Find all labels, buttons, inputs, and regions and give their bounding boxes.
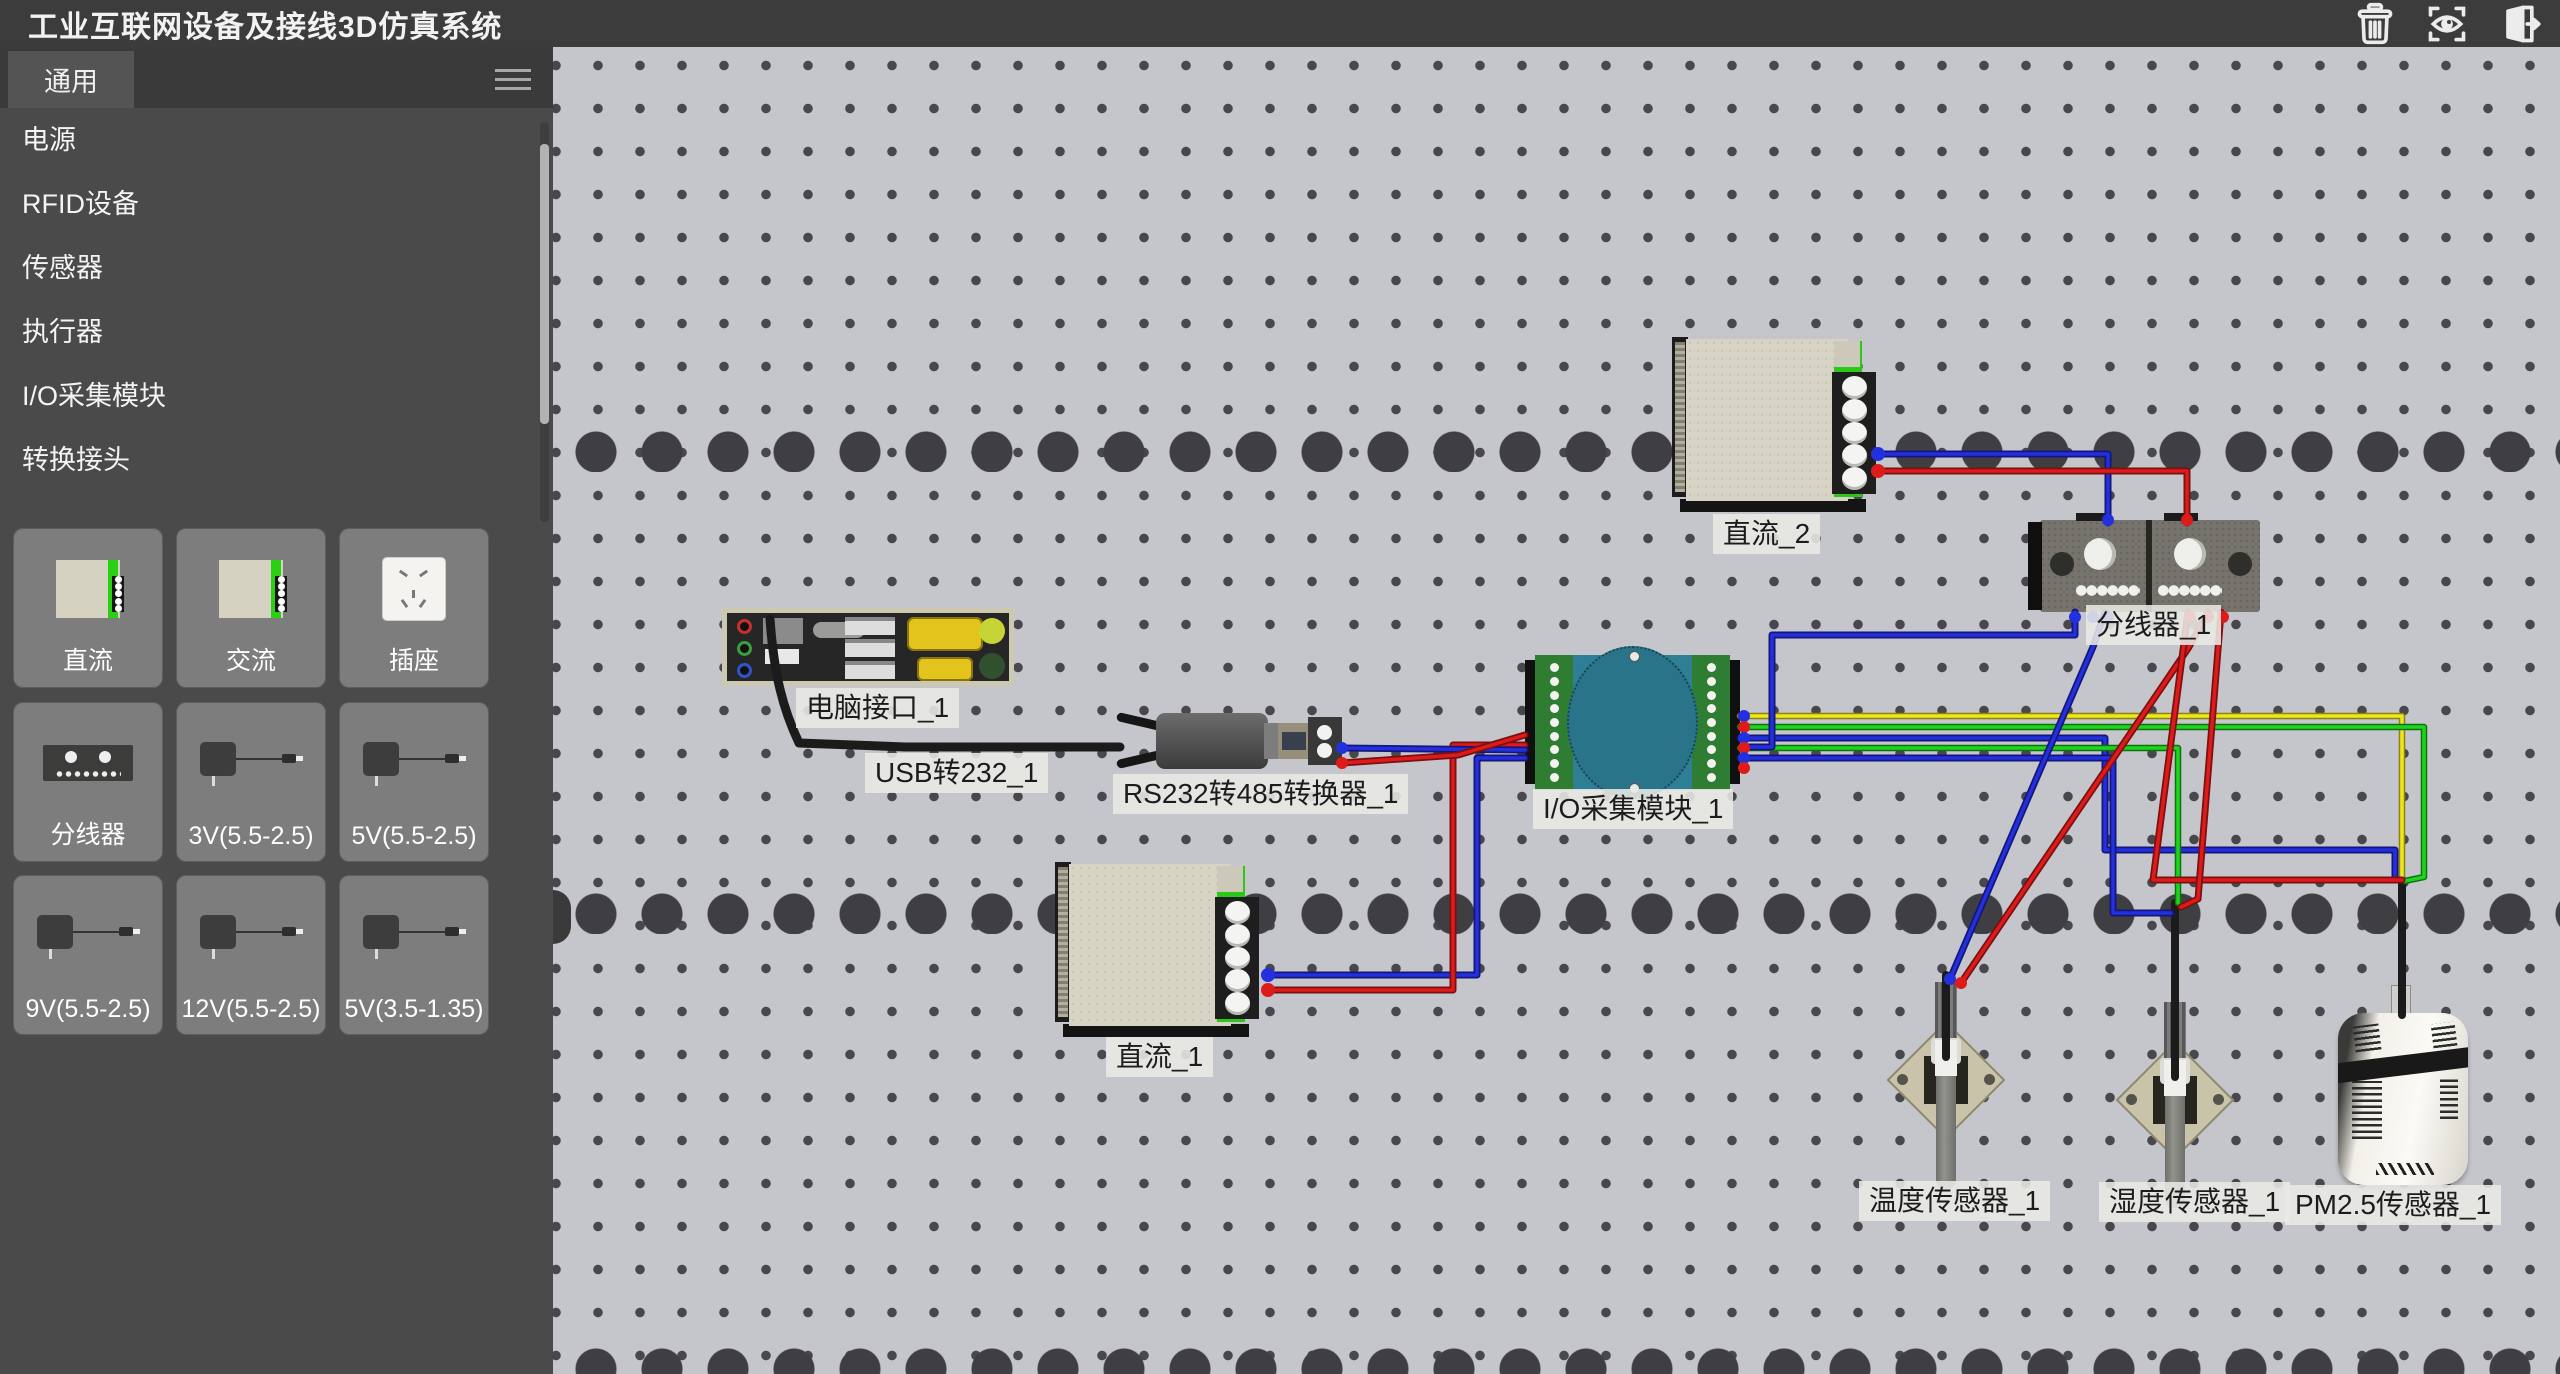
menu-item-actuator[interactable]: 执行器 <box>0 300 553 364</box>
title-bar: 工业互联网设备及接线3D仿真系统 <box>0 0 2560 47</box>
socket-thumbnail <box>340 539 488 639</box>
terminal-block[interactable] <box>1308 717 1342 765</box>
terminal-block[interactable] <box>1215 897 1259 1019</box>
device-label: PM2.5传感器_1 <box>2285 1185 2501 1225</box>
device-label: I/O采集模块_1 <box>1533 789 1733 829</box>
adapter-thumbnail <box>14 886 162 986</box>
device-label: 分线器_1 <box>2086 605 2221 645</box>
ps2-port[interactable] <box>763 618 803 644</box>
device-computer-interface[interactable] <box>722 608 1014 686</box>
audio-jack-green[interactable] <box>737 641 752 656</box>
palette-item-label: 12V(5.5-2.5) <box>177 995 325 1024</box>
sidebar-scrollbar[interactable] <box>540 122 549 522</box>
device-rs232-485-converter[interactable] <box>1116 710 1342 774</box>
menu-item-rfid[interactable]: RFID设备 <box>0 172 553 236</box>
device-label: 直流_1 <box>1106 1037 1213 1077</box>
usb-port[interactable] <box>765 649 799 664</box>
component-sidebar: 通用 电源 RFID设备 传感器 执行器 I/O采集模块 转换接头 直流 交流 <box>0 47 553 1374</box>
audio-jack-blue[interactable] <box>737 663 752 678</box>
menu-item-io-module[interactable]: I/O采集模块 <box>0 364 553 428</box>
device-splitter[interactable] <box>2040 520 2260 612</box>
device-label: 电脑接口_1 <box>796 688 959 728</box>
audio-jack-red[interactable] <box>737 619 752 634</box>
pegboard-band <box>553 428 2560 472</box>
exit-icon[interactable] <box>2492 2 2546 46</box>
adapter-thumbnail <box>340 713 488 813</box>
device-temperature-sensor[interactable] <box>1891 982 2001 1197</box>
palette-item-dc[interactable]: 直流 <box>13 528 163 688</box>
ac-power-thumbnail <box>177 539 325 639</box>
delete-icon[interactable] <box>2348 2 2402 46</box>
pegboard-band <box>553 890 2560 934</box>
app-title: 工业互联网设备及接线3D仿真系统 <box>28 2 502 46</box>
palette-item-label: 交流 <box>177 641 325 677</box>
header-toolbar <box>2348 2 2546 46</box>
pegboard-band <box>553 1345 2560 1374</box>
palette-item-9v[interactable]: 9V(5.5-2.5) <box>13 875 163 1035</box>
palette-item-12v[interactable]: 12V(5.5-2.5) <box>176 875 326 1035</box>
palette-item-label: 分线器 <box>14 815 162 851</box>
device-dc-power-2[interactable] <box>1672 332 1878 512</box>
palette-item-label: 5V(3.5-1.35) <box>340 995 488 1024</box>
palette-item-5v-135[interactable]: 5V(3.5-1.35) <box>339 875 489 1035</box>
module-disc <box>1567 646 1698 799</box>
din-port[interactable] <box>979 618 1005 644</box>
adapter-thumbnail <box>340 886 488 986</box>
tab-general[interactable]: 通用 <box>8 51 134 108</box>
menu-item-sensor[interactable]: 传感器 <box>0 236 553 300</box>
palette-item-label: 5V(5.5-2.5) <box>340 822 488 851</box>
terminal-row[interactable] <box>2158 584 2222 597</box>
usb-port[interactable] <box>845 617 895 635</box>
category-menu: 电源 RFID设备 传感器 执行器 I/O采集模块 转换接头 <box>0 108 553 492</box>
adapter-thumbnail <box>177 886 325 986</box>
palette-item-label: 9V(5.5-2.5) <box>14 995 162 1024</box>
palette-item-3v[interactable]: 3V(5.5-2.5) <box>176 702 326 862</box>
palette-item-splitter[interactable]: 分线器 <box>13 702 163 862</box>
palette-item-label: 插座 <box>340 641 488 677</box>
sidebar-tab-row: 通用 <box>0 47 553 108</box>
menu-item-power[interactable]: 电源 <box>0 108 553 172</box>
palette-item-label: 直流 <box>14 641 162 677</box>
db9-connector <box>1278 723 1310 759</box>
sidebar-collapse-handle[interactable] <box>553 890 571 944</box>
device-label: RS232转485转换器_1 <box>1113 774 1408 814</box>
device-label: 直流_2 <box>1713 514 1820 554</box>
usb-port[interactable] <box>845 639 895 657</box>
vga-port[interactable] <box>907 617 983 651</box>
dc-power-thumbnail <box>14 539 162 639</box>
device-dc-power-1[interactable] <box>1055 857 1261 1037</box>
device-label: 温度传感器_1 <box>1859 1181 2050 1221</box>
palette-item-label: 3V(5.5-2.5) <box>177 822 325 851</box>
device-label: USB转232_1 <box>865 753 1048 793</box>
terminal-row[interactable] <box>2076 584 2140 597</box>
canvas-3d-viewport[interactable]: 直流_2 电脑接口_1 USB转232_1 RS232转485转换器_1 I/O… <box>553 47 2560 1374</box>
palette-item-5v[interactable]: 5V(5.5-2.5) <box>339 702 489 862</box>
menu-icon[interactable] <box>495 63 531 91</box>
device-io-module[interactable] <box>1525 655 1740 790</box>
adapter-thumbnail <box>177 713 325 813</box>
scrollbar-thumb[interactable] <box>540 144 549 424</box>
splitter-thumbnail <box>14 713 162 813</box>
device-pm25-sensor[interactable] <box>2338 1013 2468 1185</box>
menu-item-adapter[interactable]: 转换接头 <box>0 428 553 492</box>
palette-item-socket[interactable]: 插座 <box>339 528 489 688</box>
palette-item-ac[interactable]: 交流 <box>176 528 326 688</box>
serial-port[interactable] <box>917 657 973 681</box>
app-root: 工业互联网设备及接线3D仿真系统 <box>0 0 2560 1374</box>
view-focus-icon[interactable] <box>2420 2 2474 46</box>
usb-port[interactable] <box>845 661 895 679</box>
din-port[interactable] <box>979 653 1005 679</box>
terminal-block[interactable] <box>1832 372 1876 494</box>
device-label: 湿度传感器_1 <box>2099 1182 2290 1222</box>
